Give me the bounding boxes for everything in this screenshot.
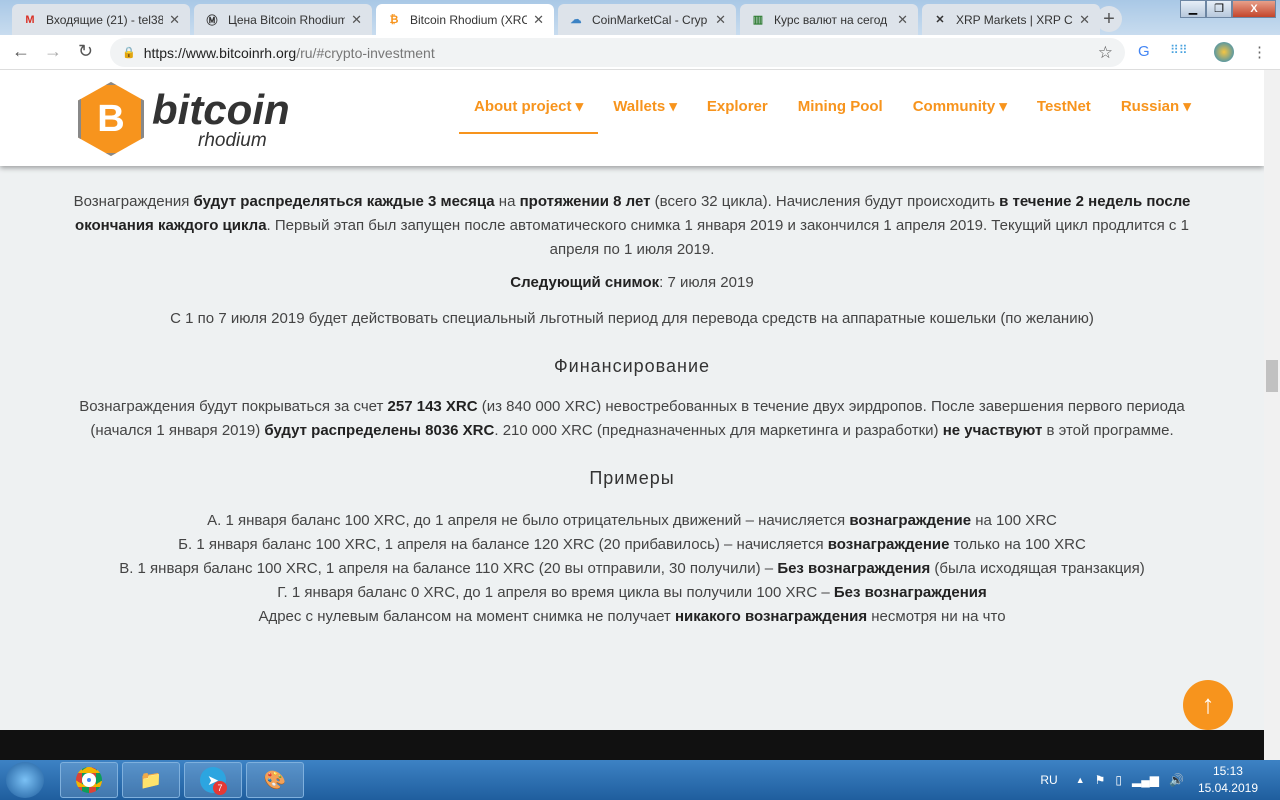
nav-item[interactable]: TestNet	[1022, 70, 1106, 134]
gmail-icon: M	[25, 13, 35, 26]
examples-list: А. 1 января баланс 100 XRC, до 1 апреля …	[0, 509, 1264, 629]
close-tab-icon[interactable]: ✕	[1079, 12, 1090, 28]
rewards-schedule-paragraph: Вознаграждения будут распределяться кажд…	[73, 193, 1191, 258]
coinmarketcal-icon: ☁	[570, 14, 582, 26]
example-item: Б. 1 января баланс 100 XRC, 1 апреля на …	[178, 536, 1086, 553]
coinmarket-icon: Ⓜ	[206, 14, 218, 27]
bars-icon: ▥	[752, 14, 764, 26]
translate-icon[interactable]: G	[1138, 43, 1150, 60]
bitcoin-rhodium-logo[interactable]: B bitcoin rhodium	[78, 82, 290, 156]
nav-item[interactable]: Wallets ▾	[598, 70, 692, 134]
web-page: B bitcoin rhodium About project ▾ Wallets …	[0, 70, 1264, 760]
action-center-flag-icon[interactable]: ⚑	[1095, 773, 1106, 787]
examples-heading: Примеры	[589, 468, 675, 488]
browser-tab[interactable]: ▥ Курс валют на сегод ✕	[740, 4, 918, 35]
close-tab-icon[interactable]: ✕	[715, 12, 726, 28]
taskbar-telegram[interactable]: ➤ 7	[184, 762, 242, 798]
notification-badge: 7	[213, 781, 227, 795]
power-icon[interactable]: ▯	[1115, 773, 1122, 787]
nav-item[interactable]: Explorer	[692, 70, 783, 134]
bitcoin-logo-icon: B	[78, 82, 144, 156]
browser-tab[interactable]: Ⓜ Цена Bitcoin Rhodium ✕	[194, 4, 372, 35]
apps-grid-icon[interactable]: ⠿⠿	[1170, 43, 1188, 57]
grace-period-paragraph: С 1 по 7 июля 2019 будет действовать спе…	[170, 310, 1094, 327]
address-bar[interactable]: 🔒 https://www.bitcoinrh.org/ru/#crypto-i…	[110, 38, 1125, 67]
taskbar-paint[interactable]: 🎨	[246, 762, 304, 798]
taskbar-explorer[interactable]: 📁	[122, 762, 180, 798]
example-item: Адрес с нулевым балансом на момент снимк…	[258, 608, 1006, 625]
close-window-button[interactable]: X	[1232, 0, 1276, 18]
browser-tab[interactable]: ☁ CoinMarketCal - Cryp ✕	[558, 4, 736, 35]
example-item: А. 1 января баланс 100 XRC, до 1 апреля …	[207, 512, 1057, 529]
language-indicator[interactable]: RU	[1040, 773, 1057, 787]
scroll-to-top-button[interactable]: ↑	[1183, 680, 1233, 730]
window-controls: ▁ ❐ X	[1180, 0, 1276, 18]
nav-item[interactable]: Community ▾	[898, 70, 1022, 134]
chrome-icon	[76, 767, 102, 793]
funding-paragraph: Вознаграждения будут покрываться за счет…	[79, 398, 1185, 439]
close-tab-icon[interactable]: ✕	[897, 12, 908, 28]
clock[interactable]: 15:13 15.04.2019	[1198, 763, 1258, 797]
footer-background	[0, 730, 1264, 760]
scrollbar-thumb[interactable]	[1266, 360, 1278, 392]
menu-kebab-icon[interactable]: ⋮	[1252, 43, 1267, 61]
article-content: Вознаграждения будут распределяться кажд…	[0, 166, 1264, 629]
start-button[interactable]	[6, 762, 44, 798]
folder-icon: 📁	[139, 769, 163, 790]
paint-palette-icon: 🎨	[263, 769, 287, 790]
page-scrollbar[interactable]	[1264, 70, 1280, 760]
close-tab-icon[interactable]: ✕	[351, 12, 362, 28]
next-snapshot-paragraph: Следующий снимок: 7 июля 2019	[510, 274, 754, 291]
maximize-button[interactable]: ❐	[1206, 0, 1232, 18]
network-icon[interactable]: ▂▄▆	[1132, 773, 1159, 787]
bitcoin-rhodium-icon: ₿	[389, 13, 399, 26]
system-tray: RU ▲ ⚑ ▯ ▂▄▆ 🔊 15:13 15.04.2019	[1040, 760, 1280, 800]
close-tab-icon[interactable]: ✕	[169, 12, 180, 28]
example-item: В. 1 января баланс 100 XRC, 1 апреля на …	[119, 560, 1145, 577]
reload-icon[interactable]: ↻	[78, 41, 93, 62]
example-item: Г. 1 января баланс 0 XRC, до 1 апреля во…	[277, 584, 987, 601]
windows-taskbar: 📁 ➤ 7 🎨 RU ▲ ⚑ ▯ ▂▄▆ 🔊 15:13 15.04.2019	[0, 760, 1280, 800]
browser-tab[interactable]: ₿ Bitcoin Rhodium (XRC ✕	[376, 4, 554, 35]
show-hidden-icons[interactable]: ▲	[1076, 775, 1085, 785]
browser-toolbar: ← → ↻ 🔒 https://www.bitcoinrh.org/ru/#cr…	[0, 35, 1280, 70]
taskbar-chrome[interactable]	[60, 762, 118, 798]
back-icon[interactable]: ←	[12, 41, 30, 62]
profile-avatar[interactable]	[1214, 42, 1234, 62]
lock-icon: 🔒	[122, 47, 136, 59]
browser-tab[interactable]: M Входящие (21) - tel38 ✕	[12, 4, 190, 35]
close-tab-icon[interactable]: ✕	[533, 12, 544, 28]
funding-heading: Финансирование	[553, 356, 711, 376]
nav-item[interactable]: About project ▾	[459, 70, 599, 134]
nav-item[interactable]: Mining Pool	[783, 70, 898, 134]
tab-bar: M Входящие (21) - tel38 ✕ Ⓜ Цена Bitcoin Rho…	[0, 0, 1280, 35]
minimize-button[interactable]: ▁	[1180, 0, 1206, 18]
main-nav: About project ▾ Wallets ▾ Explorer Mining P…	[459, 70, 1206, 134]
browser-tab[interactable]: ✕ XRP Markets | XRP Ch ✕	[922, 4, 1100, 35]
new-tab-button[interactable]: +	[1096, 6, 1122, 32]
nav-item[interactable]: Russian ▾	[1106, 70, 1206, 134]
site-header: B bitcoin rhodium About project ▾ Wallets …	[0, 70, 1264, 166]
volume-icon[interactable]: 🔊	[1169, 773, 1184, 787]
bookmark-star-icon[interactable]: ☆	[1098, 43, 1113, 63]
forward-icon[interactable]: →	[44, 41, 62, 62]
xrp-icon: ✕	[935, 14, 945, 26]
